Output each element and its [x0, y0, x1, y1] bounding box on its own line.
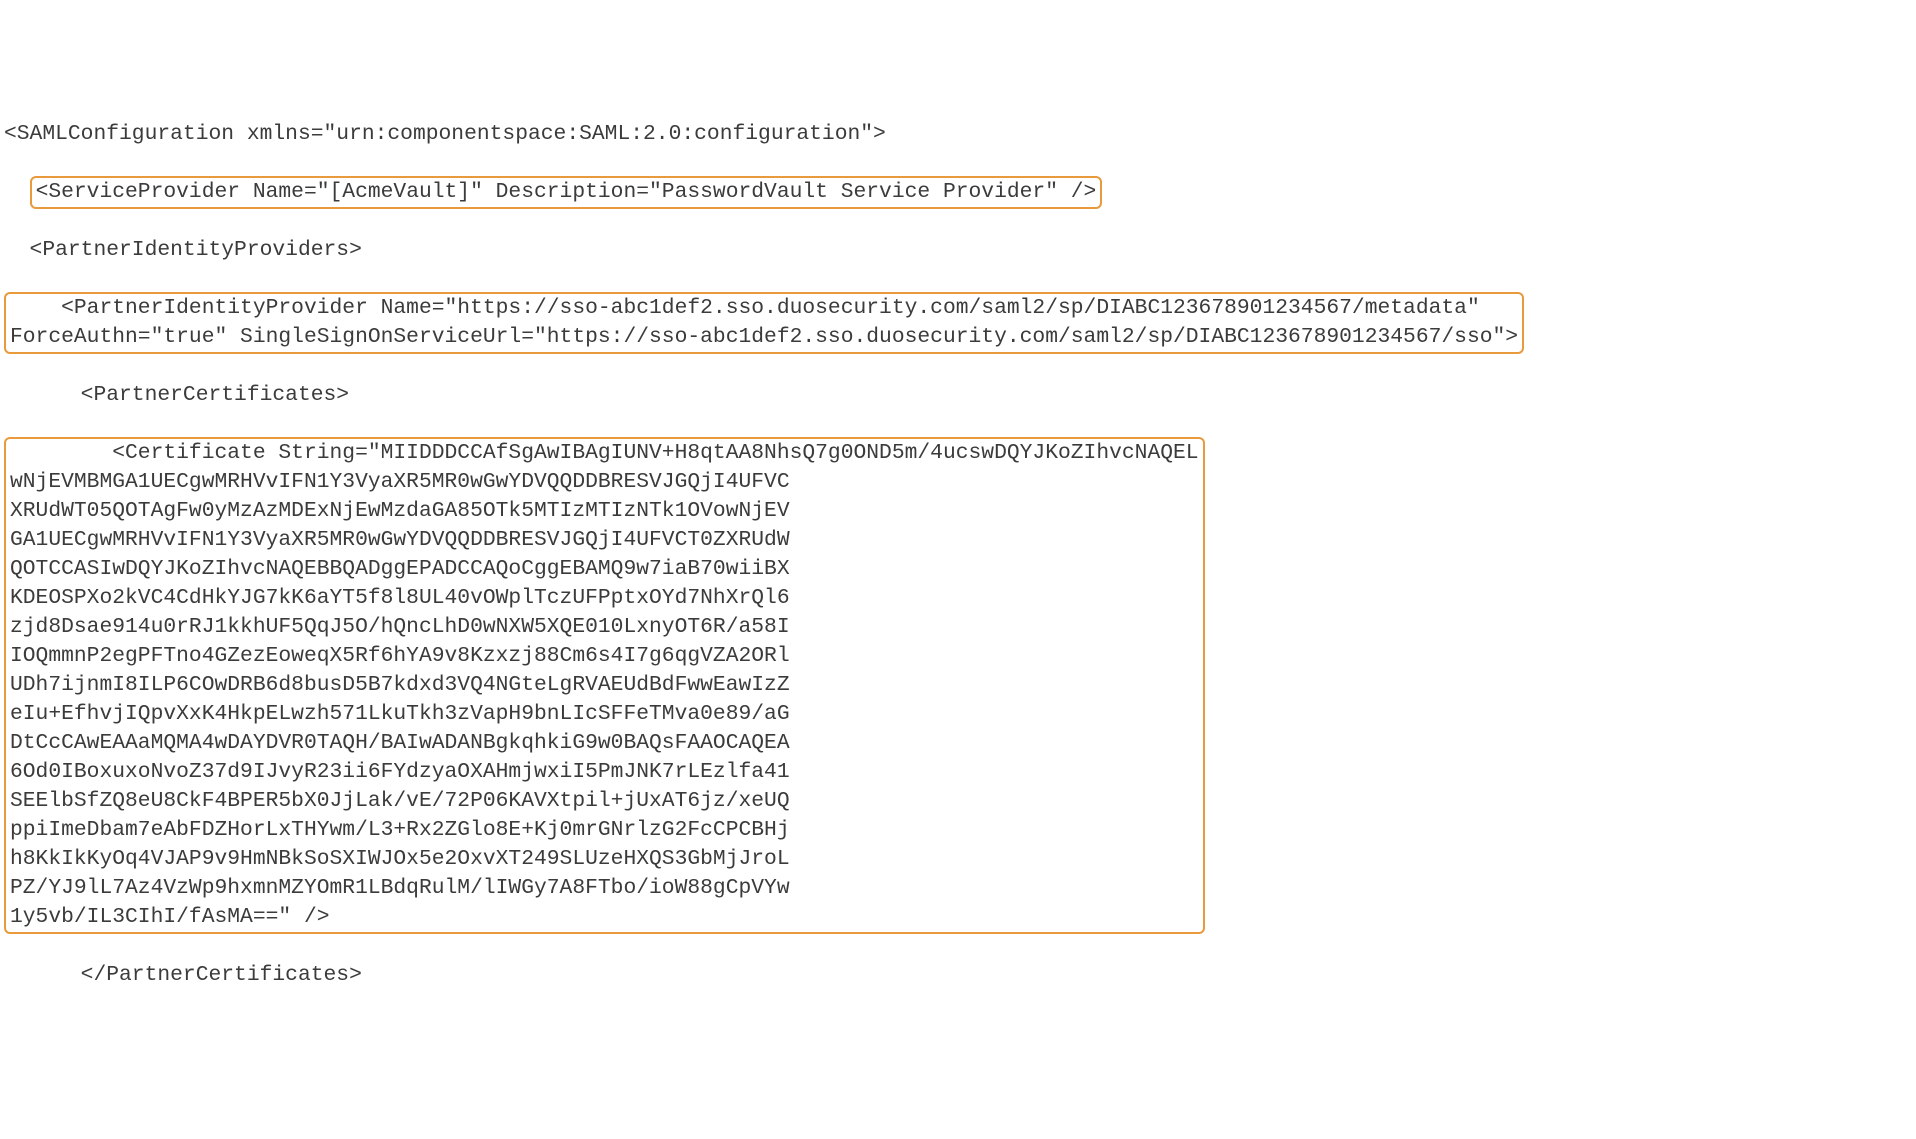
xml-line-partnercerts-close: </PartnerCertificates> [4, 961, 1912, 990]
highlight-partneridentityprovider: <PartnerIdentityProvider Name="https://s… [4, 292, 1524, 354]
xml-line-partnercerts-open: <PartnerCertificates> [4, 381, 1912, 410]
highlight-certificate: <Certificate String="MIIDDDCCAfSgAwIBAgI… [4, 437, 1205, 934]
xml-line-certificate: <Certificate String="MIIDDDCCAfSgAwIBAgI… [4, 439, 1912, 932]
indent [4, 180, 30, 204]
xml-line-samlconfig-open: <SAMLConfiguration xmlns="urn:components… [4, 120, 1912, 149]
partneridp-line2: ForceAuthn="true" SingleSignOnServiceUrl… [10, 325, 1518, 349]
xml-line-serviceprovider: <ServiceProvider Name="[AcmeVault]" Desc… [4, 178, 1912, 207]
xml-line-partneridp: <PartnerIdentityProvider Name="https://s… [4, 294, 1912, 352]
partneridp-line1: <PartnerIdentityProvider Name="https://s… [10, 296, 1480, 320]
highlight-serviceprovider: <ServiceProvider Name="[AcmeVault]" Desc… [30, 176, 1103, 209]
xml-line-partneridps-open: <PartnerIdentityProviders> [4, 236, 1912, 265]
